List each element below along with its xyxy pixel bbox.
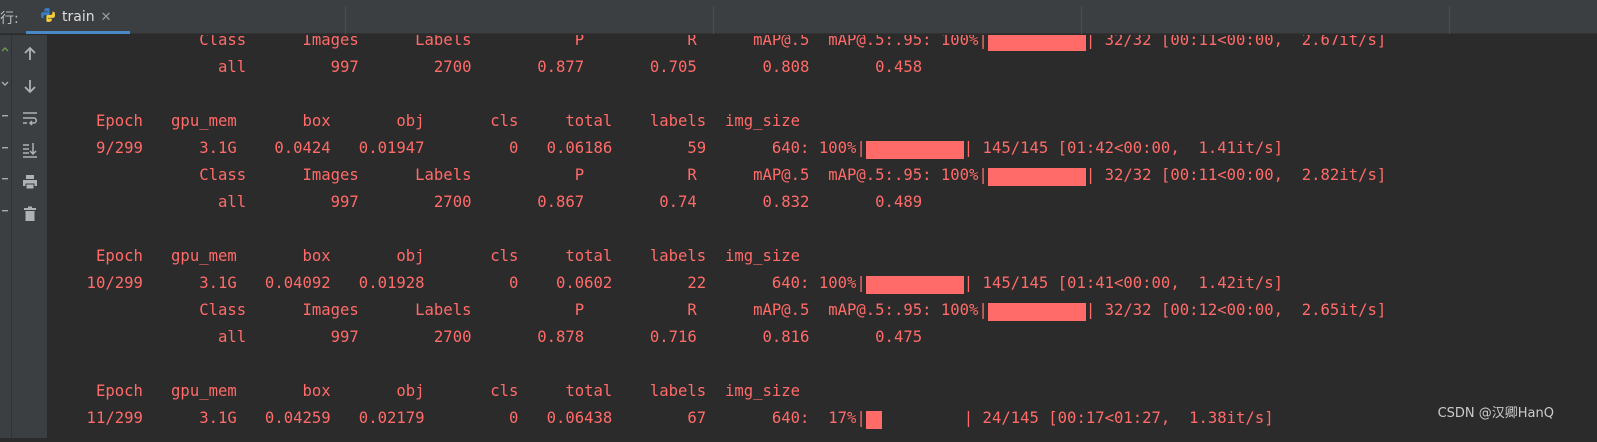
console-text: 11/299 3.1G 0.04259 0.02179 0 0.06438 67… <box>49 409 866 427</box>
active-tab-indicator <box>26 31 130 34</box>
console-toolbar <box>12 35 48 438</box>
scroll-to-end-icon[interactable] <box>19 139 41 161</box>
console-line: Class Images Labels P R mAP@.5 mAP@.5:.9… <box>49 35 1387 51</box>
arrow-down-icon[interactable] <box>19 75 41 97</box>
console-text: | 32/32 [00:11<00:00, 2.67it/s] <box>1085 35 1387 49</box>
trash-icon[interactable] <box>19 203 41 225</box>
run-tool-window-header: 行: train ✕ <box>0 0 1597 34</box>
console-line: Epoch gpu_mem box obj cls total labels i… <box>49 111 800 131</box>
progress-bar-fill <box>987 35 1086 51</box>
console-text: all 997 2700 0.877 0.705 0.808 0.458 <box>49 58 923 76</box>
console-line: all 997 2700 0.877 0.705 0.808 0.458 <box>49 57 922 77</box>
console-line: Class Images Labels P R mAP@.5 mAP@.5:.9… <box>49 300 1387 321</box>
progress-bar <box>987 303 1086 321</box>
console-line: Epoch gpu_mem box obj cls total labels i… <box>49 246 800 266</box>
left-edge-strip <box>0 35 12 438</box>
watermark: CSDN @汉卿HanQ <box>1437 406 1554 421</box>
console-text: | 145/145 [01:41<00:00, 1.42it/s] <box>963 274 1283 292</box>
console-text: 10/299 3.1G 0.04092 0.01928 0 0.0602 22 … <box>49 274 866 292</box>
console-text: | 32/32 [00:11<00:00, 2.82it/s] <box>1085 166 1387 184</box>
header-divider <box>1081 6 1082 34</box>
progress-bar <box>987 35 1086 51</box>
tab-label: train <box>62 9 95 25</box>
console-text: | 32/32 [00:12<00:00, 2.65it/s] <box>1085 301 1387 319</box>
progress-bar <box>865 276 964 294</box>
header-divider <box>713 6 714 34</box>
tab-train[interactable]: train ✕ <box>26 0 130 34</box>
progress-bar-fill <box>987 303 1086 321</box>
progress-bar-fill <box>865 276 964 294</box>
console-text: all 997 2700 0.878 0.716 0.816 0.475 <box>49 328 923 346</box>
console-line: all 997 2700 0.878 0.716 0.816 0.475 <box>49 327 922 347</box>
progress-bar-fill <box>865 411 883 429</box>
arrow-up-icon[interactable] <box>19 43 41 65</box>
header-divider <box>1449 6 1450 34</box>
console-text: Epoch gpu_mem box obj cls total labels i… <box>49 112 801 130</box>
progress-bar-fill <box>865 141 964 159</box>
edge-marks-icon <box>1 47 9 212</box>
run-label: 行: <box>0 11 19 27</box>
console-text: Epoch gpu_mem box obj cls total labels i… <box>49 247 801 265</box>
console-line: Class Images Labels P R mAP@.5 mAP@.5:.9… <box>49 165 1387 186</box>
print-icon[interactable] <box>19 171 41 193</box>
console-text: all 997 2700 0.867 0.74 0.832 0.489 <box>49 193 923 211</box>
console-text: Class Images Labels P R mAP@.5 mAP@.5:.9… <box>49 166 988 184</box>
progress-bar <box>865 141 964 159</box>
console-text: Class Images Labels P R mAP@.5 mAP@.5:.9… <box>49 35 988 49</box>
console-text: | 145/145 [01:42<00:00, 1.41it/s] <box>963 139 1283 157</box>
close-icon[interactable]: ✕ <box>101 10 112 25</box>
soft-wrap-icon[interactable] <box>19 107 41 129</box>
console-output[interactable]: Class Images Labels P R mAP@.5 mAP@.5:.9… <box>49 35 1597 438</box>
console-text: | 24/145 [00:17<01:27, 1.38it/s] <box>963 409 1274 427</box>
console-line: 11/299 3.1G 0.04259 0.02179 0 0.06438 67… <box>49 408 1274 429</box>
progress-bar <box>865 411 964 429</box>
console-line: all 997 2700 0.867 0.74 0.832 0.489 <box>49 192 922 212</box>
progress-bar-fill <box>987 168 1086 186</box>
header-divider <box>345 6 346 34</box>
console-line: 9/299 3.1G 0.0424 0.01947 0 0.06186 59 6… <box>49 138 1283 159</box>
python-icon <box>40 7 56 27</box>
console-text: Class Images Labels P R mAP@.5 mAP@.5:.9… <box>49 301 988 319</box>
console-text: 9/299 3.1G 0.0424 0.01947 0 0.06186 59 6… <box>49 139 866 157</box>
console-text: Epoch gpu_mem box obj cls total labels i… <box>49 382 801 400</box>
console-line: 10/299 3.1G 0.04092 0.01928 0 0.0602 22 … <box>49 273 1283 294</box>
console-line: Epoch gpu_mem box obj cls total labels i… <box>49 381 800 401</box>
progress-bar <box>987 168 1086 186</box>
